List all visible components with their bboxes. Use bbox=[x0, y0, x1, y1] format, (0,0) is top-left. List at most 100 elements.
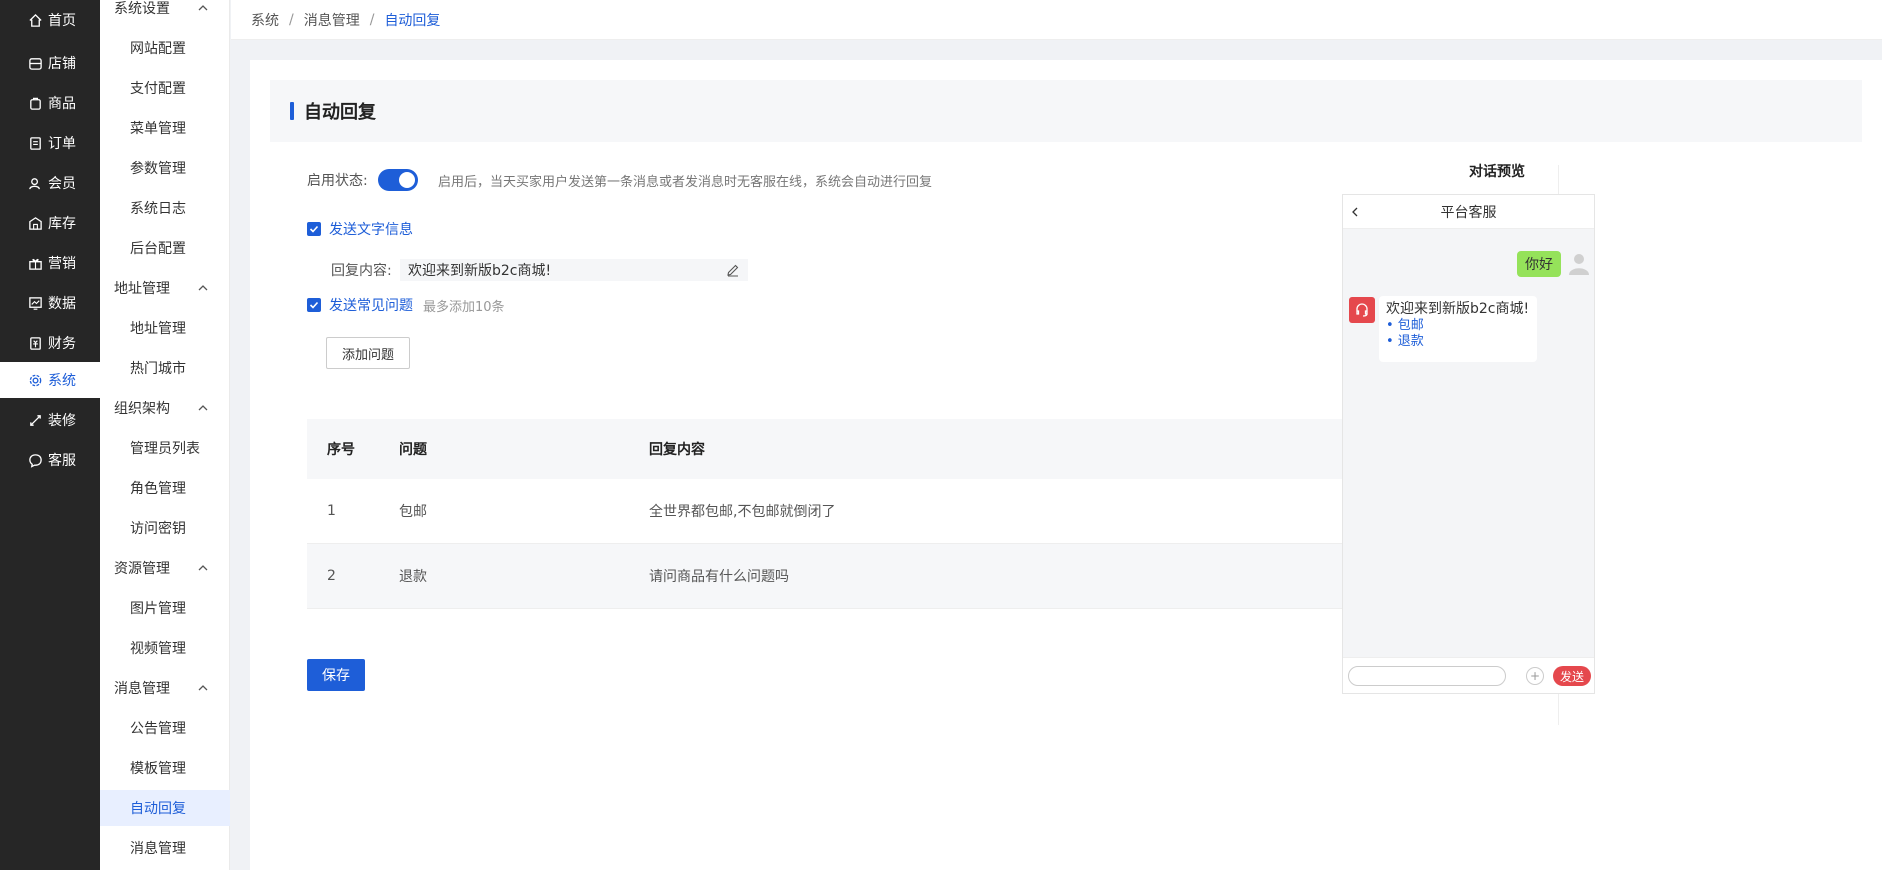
submenu-item-role-manage[interactable]: 角色管理 bbox=[100, 470, 230, 506]
row-question: 退款 bbox=[399, 569, 427, 585]
nav-label: 数据 bbox=[48, 296, 76, 312]
headset-icon bbox=[1356, 303, 1368, 317]
column-header-answer: 回复内容 bbox=[649, 442, 705, 458]
item-label: 图片管理 bbox=[130, 601, 186, 617]
item-label: 访问密钥 bbox=[130, 521, 186, 537]
inventory-icon bbox=[28, 216, 43, 231]
add-question-button[interactable]: 添加问题 bbox=[326, 337, 410, 369]
nav-label: 客服 bbox=[48, 453, 76, 469]
order-icon bbox=[28, 136, 43, 151]
page-title: 自动回复 bbox=[304, 102, 376, 123]
nav-item-system[interactable]: 系统 bbox=[0, 362, 100, 398]
submenu-item-address-manage[interactable]: 地址管理 bbox=[100, 310, 230, 346]
user-avatar-icon bbox=[1565, 249, 1593, 277]
nav-item-decoration[interactable]: 装修 bbox=[0, 402, 100, 438]
chevron-up-icon bbox=[198, 565, 208, 571]
item-label: 角色管理 bbox=[130, 481, 186, 497]
back-arrow-icon[interactable] bbox=[1349, 206, 1361, 218]
nav-label: 营销 bbox=[48, 256, 76, 272]
enable-hint: 启用后，当天买家用户发送第一条消息或者发消息时无客服在线，系统会自动进行回复 bbox=[438, 175, 933, 190]
send-button[interactable]: 发送 bbox=[1553, 666, 1591, 686]
nav-label: 店铺 bbox=[48, 56, 76, 72]
edit-icon[interactable] bbox=[726, 263, 740, 277]
chat-input-bar: + 发送 bbox=[1343, 657, 1594, 693]
submenu-item-params[interactable]: 参数管理 bbox=[100, 150, 230, 186]
send-text-label[interactable]: 发送文字信息 bbox=[329, 219, 413, 239]
save-button[interactable]: 保存 bbox=[307, 659, 365, 691]
send-faq-label[interactable]: 发送常见问题 bbox=[329, 295, 413, 315]
check-icon bbox=[309, 301, 319, 309]
nav-item-home[interactable]: 首页 bbox=[0, 2, 100, 38]
nav-label: 首页 bbox=[48, 13, 76, 29]
finance-icon bbox=[28, 336, 43, 351]
column-header-index: 序号 bbox=[327, 442, 355, 458]
section-accent-bar bbox=[290, 102, 294, 120]
item-label: 系统日志 bbox=[130, 201, 186, 217]
breadcrumb-separator: / bbox=[369, 11, 375, 28]
group-label: 资源管理 bbox=[114, 561, 170, 577]
nav-label: 商品 bbox=[48, 96, 76, 112]
reply-content-input[interactable] bbox=[400, 259, 748, 281]
row-index: 1 bbox=[327, 503, 336, 519]
item-label: 热门城市 bbox=[130, 361, 186, 377]
submenu-item-payment-config[interactable]: 支付配置 bbox=[100, 70, 230, 106]
submenu-item-admin-config[interactable]: 后台配置 bbox=[100, 230, 230, 266]
submenu-item-site-config[interactable]: 网站配置 bbox=[100, 30, 230, 66]
submenu-item-message-manage[interactable]: 消息管理 bbox=[100, 830, 230, 866]
submenu-group-organization[interactable]: 组织架构 bbox=[100, 390, 230, 426]
enable-label: 启用状态: bbox=[307, 173, 368, 189]
send-text-checkbox[interactable] bbox=[307, 222, 321, 236]
marketing-icon bbox=[28, 256, 43, 271]
store-icon bbox=[28, 56, 43, 71]
section-header: 自动回复 bbox=[270, 80, 1862, 142]
nav-label: 库存 bbox=[48, 216, 76, 232]
nav-item-inventory[interactable]: 库存 bbox=[0, 205, 100, 241]
row-question: 包邮 bbox=[399, 504, 427, 520]
chat-message-input[interactable] bbox=[1348, 666, 1506, 686]
submenu-group-resources[interactable]: 资源管理 bbox=[100, 550, 230, 586]
faq-link[interactable]: • 包邮 bbox=[1386, 318, 1530, 334]
member-icon bbox=[28, 176, 43, 191]
item-label: 公告管理 bbox=[130, 721, 186, 737]
submenu-item-access-keys[interactable]: 访问密钥 bbox=[100, 510, 230, 546]
submenu-item-menu-manage[interactable]: 菜单管理 bbox=[100, 110, 230, 146]
nav-item-data[interactable]: 数据 bbox=[0, 285, 100, 321]
group-label: 组织架构 bbox=[114, 401, 170, 417]
submenu-item-templates[interactable]: 模板管理 bbox=[100, 750, 230, 786]
main-nav: 首页 店铺 商品 订单 会员 库存 营销 数据 财务 系统 装修 客服 bbox=[0, 0, 100, 870]
toggle-knob bbox=[399, 172, 415, 188]
nav-item-store[interactable]: 店铺 bbox=[0, 45, 100, 81]
breadcrumb-item-system[interactable]: 系统 bbox=[251, 10, 279, 30]
item-label: 参数管理 bbox=[130, 161, 186, 177]
chevron-up-icon bbox=[198, 285, 208, 291]
plus-button[interactable]: + bbox=[1526, 667, 1544, 685]
submenu-group-system-settings[interactable]: 系统设置 bbox=[100, 0, 230, 26]
chat-preview: 平台客服 你好 欢迎来到新版b2c商城! • 包邮 • 退款 + 发送 bbox=[1342, 194, 1595, 694]
item-label: 后台配置 bbox=[130, 241, 186, 257]
item-label: 视频管理 bbox=[130, 641, 186, 657]
send-faq-checkbox[interactable] bbox=[307, 298, 321, 312]
submenu-item-announcements[interactable]: 公告管理 bbox=[100, 710, 230, 746]
nav-label: 财务 bbox=[48, 336, 76, 352]
submenu-group-messages[interactable]: 消息管理 bbox=[100, 670, 230, 706]
breadcrumb-item-messages[interactable]: 消息管理 bbox=[304, 10, 360, 30]
submenu-item-hot-cities[interactable]: 热门城市 bbox=[100, 350, 230, 386]
home-icon bbox=[28, 13, 43, 28]
nav-item-member[interactable]: 会员 bbox=[0, 165, 100, 201]
enable-toggle[interactable] bbox=[378, 169, 418, 191]
submenu-item-auto-reply[interactable]: 自动回复 bbox=[100, 790, 230, 826]
faq-link[interactable]: • 退款 bbox=[1386, 334, 1530, 350]
nav-item-order[interactable]: 订单 bbox=[0, 125, 100, 161]
service-greeting: 欢迎来到新版b2c商城! bbox=[1386, 301, 1530, 317]
submenu-item-admin-list[interactable]: 管理员列表 bbox=[100, 430, 230, 466]
breadcrumb: 系统 / 消息管理 / 自动回复 bbox=[231, 0, 1882, 40]
submenu-item-system-log[interactable]: 系统日志 bbox=[100, 190, 230, 226]
nav-item-customer-service[interactable]: 客服 bbox=[0, 442, 100, 478]
submenu-group-address[interactable]: 地址管理 bbox=[100, 270, 230, 306]
submenu-item-image-manage[interactable]: 图片管理 bbox=[100, 590, 230, 626]
nav-item-marketing[interactable]: 营销 bbox=[0, 245, 100, 281]
nav-item-finance[interactable]: 财务 bbox=[0, 325, 100, 361]
row-answer: 请问商品有什么问题吗 bbox=[649, 569, 789, 585]
nav-item-goods[interactable]: 商品 bbox=[0, 85, 100, 121]
submenu-item-video-manage[interactable]: 视频管理 bbox=[100, 630, 230, 666]
